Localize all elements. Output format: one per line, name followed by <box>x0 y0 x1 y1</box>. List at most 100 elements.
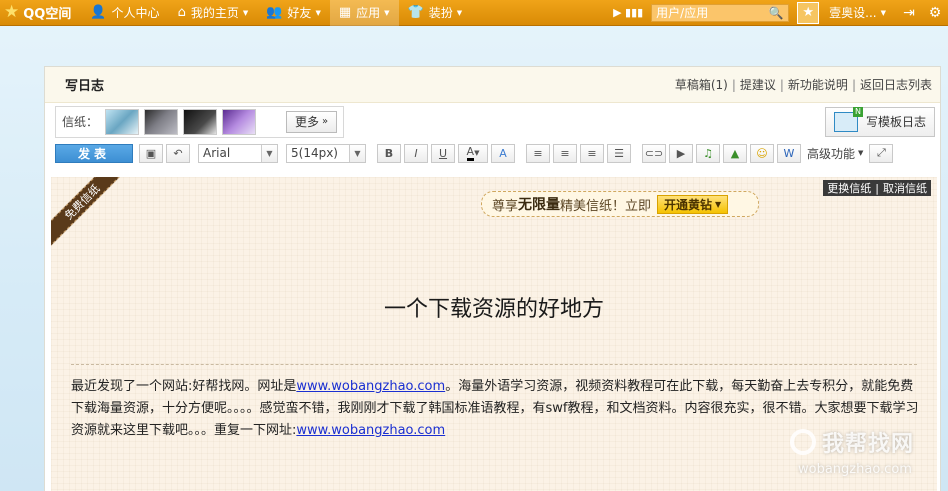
nav-apps[interactable]: ▦ 应用 ▼ <box>329 0 399 26</box>
nav-label: 个人中心 <box>111 6 160 20</box>
chevron-down-icon: » <box>322 116 329 127</box>
publish-button[interactable]: 发表 <box>55 143 133 163</box>
feedback-link[interactable]: 提建议 <box>740 76 776 93</box>
nav-my-homepage[interactable]: ⌂ 我的主页 ▼ <box>169 0 258 26</box>
chevron-down-icon: ▼ <box>880 8 886 17</box>
logout-icon[interactable]: ⇥ <box>896 5 922 21</box>
promo-prefix: 尊享 <box>492 198 519 214</box>
italic-icon[interactable]: I <box>404 143 428 163</box>
chevron-down-icon: ▼ <box>261 144 277 162</box>
more-stationery-button[interactable]: 更多 » <box>286 110 338 133</box>
advanced-features-button[interactable]: 高级功能 ▼ <box>807 145 863 162</box>
search-input[interactable] <box>652 4 767 21</box>
username-menu[interactable]: 壹奥设... ▼ <box>829 4 896 21</box>
stationery-actions: 更换信纸 | 取消信纸 <box>823 180 931 196</box>
gear-icon[interactable]: ⚙ <box>922 5 948 21</box>
home-icon: ⌂ <box>177 5 186 20</box>
stationery-thumb[interactable] <box>144 108 179 135</box>
chevron-down-icon: ▼ <box>315 8 321 17</box>
nav-label: 应用 <box>356 6 381 20</box>
nav-friends[interactable]: 👥 好友 ▼ <box>257 0 330 26</box>
template-label: 写模板日志 <box>865 115 926 129</box>
search-box: 🔍 <box>651 3 790 22</box>
top-nav-bar: ★ QQ空间 👤 个人中心 ⌂ 我的主页 ▼ 👥 好友 ▼ ▦ 应用 ▼ 👕 装… <box>0 0 948 26</box>
stationery-thumb[interactable] <box>183 108 218 135</box>
header-links: 草稿箱(1) | 提建议 | 新功能说明 | 返回日志列表 <box>674 76 932 93</box>
chevron-down-icon: ▼ <box>384 8 390 17</box>
chevron-down-icon: ▼ <box>858 149 864 157</box>
highlight-icon[interactable]: A <box>491 143 515 163</box>
stationery-thumb[interactable] <box>222 108 257 135</box>
indent-icon[interactable]: ☰ <box>607 143 631 163</box>
nav-decorate[interactable]: 👕 装扮 ▼ <box>399 0 472 26</box>
watermark-url: wobangzhao.com <box>798 462 912 477</box>
avatar[interactable]: ★ <box>797 1 820 24</box>
chevron-down-icon: ▼ <box>456 8 463 17</box>
word-import-icon[interactable]: W <box>777 143 801 163</box>
drafts-link[interactable]: 草稿箱(1) <box>675 76 728 93</box>
align-left-icon[interactable]: ≡ <box>526 143 550 163</box>
fullscreen-icon[interactable]: ⤢ <box>869 143 894 163</box>
nav-personal-center[interactable]: 👤 个人中心 <box>81 0 168 26</box>
advanced-label: 高级功能 <box>807 146 856 161</box>
align-right-icon[interactable]: ≡ <box>580 143 604 163</box>
nav-label: 好友 <box>287 6 312 20</box>
play-icon[interactable]: ▶ ▮▮▮ <box>609 0 647 26</box>
new-features-link[interactable]: 新功能说明 <box>788 76 848 93</box>
align-center-icon[interactable]: ≡ <box>553 143 577 163</box>
bold-icon[interactable]: B <box>377 143 401 163</box>
stationery-label: 信纸： <box>62 115 99 129</box>
logo-text: QQ空间 <box>23 7 72 22</box>
watermark-title: 我帮找网 <box>822 432 915 457</box>
promo-bold: 无限量 <box>518 197 561 213</box>
stationery-row: 信纸： 更多 » 写模板日志 <box>45 103 940 140</box>
shirt-icon: 👕 <box>407 5 424 20</box>
save-icon[interactable]: ▣ <box>139 143 163 163</box>
person-icon: 👤 <box>90 5 107 20</box>
username: 壹奥设... <box>829 6 877 20</box>
font-size-value: 5(14px) <box>291 146 338 160</box>
nav-label: 装扮 <box>428 6 453 20</box>
panel-header: 写日志 草稿箱(1) | 提建议 | 新功能说明 | 返回日志列表 <box>45 67 940 103</box>
chevron-down-icon: ▼ <box>242 8 249 17</box>
back-to-list-link[interactable]: 返回日志列表 <box>860 76 932 93</box>
search-icon[interactable]: 🔍 <box>766 6 786 20</box>
blog-heading[interactable]: 一个下载资源的好地方 <box>51 291 937 323</box>
stationery-thumb[interactable] <box>105 108 140 135</box>
undo-icon[interactable]: ↶ <box>166 143 190 163</box>
underline-icon[interactable]: U <box>431 143 455 163</box>
cancel-stationery-link[interactable]: 取消信纸 <box>883 180 927 196</box>
image-icon[interactable]: ▲ <box>723 143 747 163</box>
change-stationery-link[interactable]: 更换信纸 <box>827 180 871 196</box>
editor-toolbar: 发表 ▣ ↶ Arial ▼ 5(14px) ▼ B I U A ▼ A ≡ ≡ … <box>45 140 940 166</box>
font-size-select[interactable]: 5(14px) ▼ <box>286 143 366 163</box>
chevron-down-icon: ▼ <box>715 199 722 209</box>
video-icon[interactable]: ▶ <box>669 143 693 163</box>
chevron-down-icon: ▼ <box>349 144 365 162</box>
emoji-icon[interactable]: ☺ <box>750 143 774 163</box>
promo-suffix: 精美信纸！立即 <box>560 198 652 214</box>
music-icon[interactable]: ♫ <box>696 143 720 163</box>
magnifier-icon <box>790 429 816 455</box>
qzone-star-icon: ★ <box>4 2 20 22</box>
open-yellow-diamond-button[interactable]: 开通黄钻 ▼ <box>657 194 729 214</box>
watermark: 我帮找网 wobangzhao.com <box>790 426 945 488</box>
body-link[interactable]: www.wobangzhao.com <box>296 423 445 438</box>
promo-button-label: 开通黄钻 <box>664 197 713 212</box>
body-text: 最近发现了一个网站:好帮找网。网址是 <box>71 379 297 394</box>
font-color-icon[interactable]: A ▼ <box>458 143 488 163</box>
template-icon <box>833 106 863 132</box>
friends-icon: 👥 <box>266 5 283 20</box>
page-title: 写日志 <box>65 79 105 94</box>
grid-icon: ▦ <box>338 5 352 20</box>
divider <box>71 364 917 365</box>
font-family-value: Arial <box>203 146 231 160</box>
vip-promo: 尊享 无限量 精美信纸！立即 开通黄钻 ▼ <box>481 191 759 217</box>
more-label: 更多 <box>295 115 320 129</box>
link-icon[interactable]: ⊂⊃ <box>642 143 666 163</box>
body-link[interactable]: www.wobangzhao.com <box>296 379 445 394</box>
font-family-select[interactable]: Arial ▼ <box>198 143 278 163</box>
qzone-logo[interactable]: ★ QQ空间 <box>0 0 81 26</box>
free-stationery-ribbon: 免费信纸 <box>51 177 135 255</box>
template-blog-button[interactable]: 写模板日志 <box>824 106 935 137</box>
